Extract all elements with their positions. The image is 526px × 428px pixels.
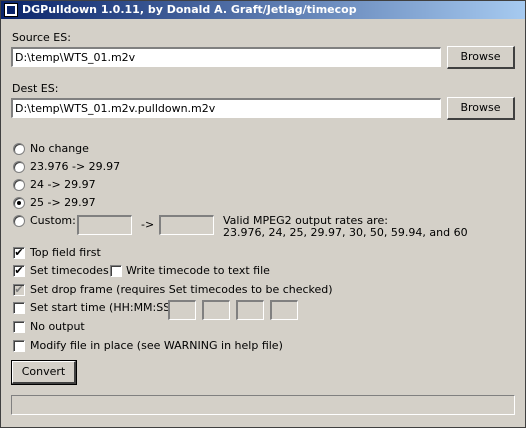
title-bar[interactable]: DGPulldown 1.0.11, by Donald A. Graft/Je… <box>1 1 525 19</box>
rate-25-label[interactable]: 25 -> 29.97 <box>30 196 96 209</box>
rate-23976-radio[interactable] <box>13 161 25 173</box>
rate-23976-label[interactable]: 23.976 -> 29.97 <box>30 160 120 173</box>
start-frames-input[interactable] <box>270 300 298 320</box>
no-change-radio[interactable] <box>13 143 25 155</box>
drop-frame-label[interactable]: Set drop frame (requires Set timecodes t… <box>30 283 333 296</box>
dest-label: Dest ES: <box>12 82 59 95</box>
modify-in-place-checkbox[interactable] <box>13 340 25 352</box>
rate-24-label[interactable]: 24 -> 29.97 <box>30 178 96 191</box>
start-time-label[interactable]: Set start time (HH:MM:SS:FF) <box>30 301 191 314</box>
start-hours-input[interactable] <box>168 300 196 320</box>
drop-frame-checkbox[interactable]: ✔ <box>13 284 25 296</box>
top-field-first-label[interactable]: Top field first <box>30 246 101 259</box>
custom-radio[interactable] <box>13 215 25 227</box>
custom-arrow: -> <box>141 218 155 231</box>
dest-browse-button[interactable]: Browse <box>447 97 515 120</box>
source-path-input[interactable]: D:\temp\WTS_01.m2v <box>11 47 441 67</box>
source-label: Source ES: <box>12 31 71 44</box>
dest-path-input[interactable]: D:\temp\WTS_01.m2v.pulldown.m2v <box>11 98 441 118</box>
write-timecode-checkbox[interactable] <box>110 265 122 277</box>
convert-button[interactable]: Convert <box>11 360 77 385</box>
no-output-checkbox[interactable] <box>13 321 25 333</box>
start-seconds-input[interactable] <box>236 300 264 320</box>
dgpulldown-window: DGPulldown 1.0.11, by Donald A. Graft/Je… <box>0 0 526 428</box>
set-timecodes-label[interactable]: Set timecodes <box>30 264 109 277</box>
start-minutes-input[interactable] <box>202 300 230 320</box>
source-browse-button[interactable]: Browse <box>447 46 515 69</box>
window-title: DGPulldown 1.0.11, by Donald A. Graft/Je… <box>22 3 357 16</box>
progress-bar <box>11 395 515 415</box>
start-time-checkbox[interactable] <box>13 302 25 314</box>
set-timecodes-checkbox[interactable]: ✔ <box>13 265 25 277</box>
no-change-label[interactable]: No change <box>30 142 89 155</box>
rate-25-radio[interactable] <box>13 197 25 209</box>
custom-from-input[interactable] <box>77 215 132 235</box>
no-output-label[interactable]: No output <box>30 320 85 333</box>
custom-label[interactable]: Custom: <box>30 214 76 227</box>
modify-in-place-label[interactable]: Modify file in place (see WARNING in hel… <box>30 339 283 352</box>
valid-rates-note-line2: 23.976, 24, 25, 29.97, 30, 50, 59.94, an… <box>223 226 468 239</box>
custom-to-input[interactable] <box>159 215 214 235</box>
top-field-first-checkbox[interactable]: ✔ <box>13 247 25 259</box>
rate-24-radio[interactable] <box>13 179 25 191</box>
write-timecode-label[interactable]: Write timecode to text file <box>126 264 270 277</box>
app-icon[interactable] <box>4 3 18 17</box>
